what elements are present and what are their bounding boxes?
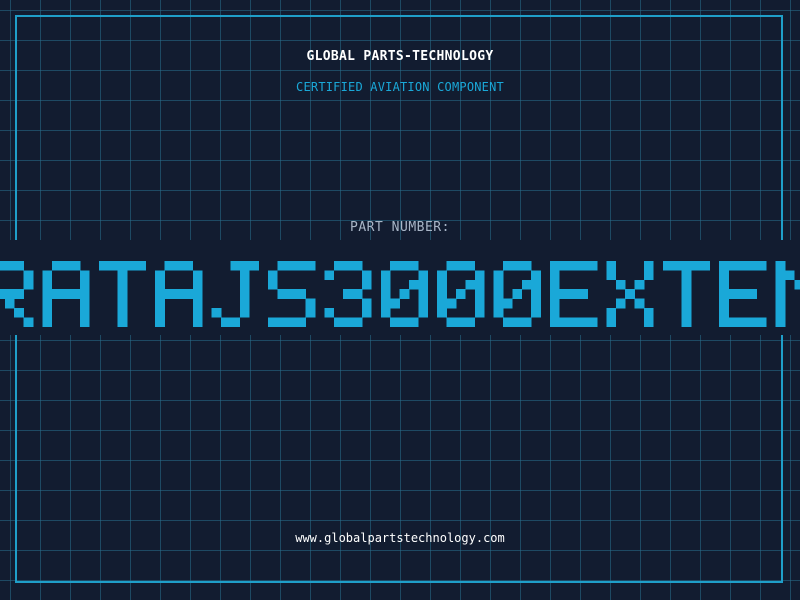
part-number-value	[0, 261, 800, 328]
website-url: www.globalpartstechnology.com	[295, 531, 505, 545]
part-number-label: PART NUMBER:	[350, 220, 450, 235]
component-subtitle: CERTIFIED AVIATION COMPONENT	[296, 80, 504, 94]
company-name: GLOBAL PARTS-TECHNOLOGY	[306, 49, 494, 64]
certificate-card: GLOBAL PARTS-TECHNOLOGY CERTIFIED AVIATI…	[0, 0, 800, 600]
